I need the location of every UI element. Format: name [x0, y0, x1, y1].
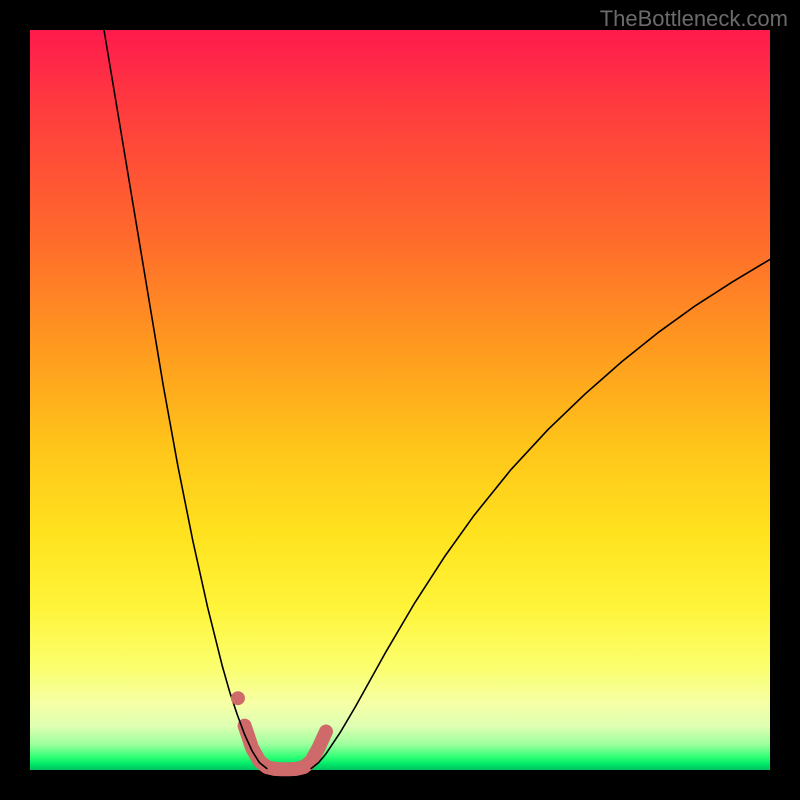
plot-area: [30, 30, 770, 770]
chart-frame: TheBottleneck.com: [0, 0, 800, 800]
curve-layer: [30, 30, 770, 770]
left-curve: [104, 30, 267, 769]
left-dot: [231, 691, 245, 705]
trough-highlight: [245, 726, 326, 770]
watermark-text: TheBottleneck.com: [600, 6, 788, 32]
right-curve: [311, 259, 770, 768]
